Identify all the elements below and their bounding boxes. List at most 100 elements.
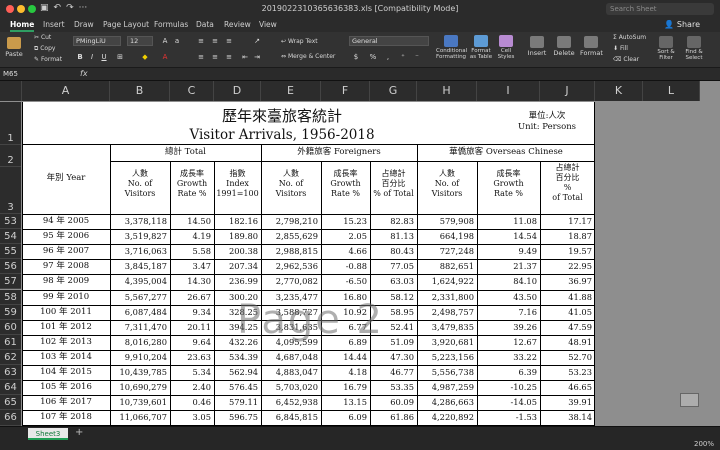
- align-left-icon[interactable]: ≡: [196, 52, 206, 62]
- scrollbar-thumb[interactable]: [680, 393, 699, 407]
- format-painter-button[interactable]: ✎ Format: [34, 56, 62, 63]
- align-right-icon[interactable]: ≡: [224, 52, 234, 62]
- border-line: [170, 161, 171, 426]
- table-cell: 14.54: [513, 231, 537, 242]
- column-header-k[interactable]: K: [595, 81, 643, 101]
- align-bottom-icon[interactable]: ≡: [224, 36, 234, 46]
- fill-button[interactable]: ⬇ Fill: [613, 45, 628, 52]
- row-header-3[interactable]: 3: [0, 167, 21, 214]
- number-format-select[interactable]: General: [349, 36, 429, 46]
- column-header-i[interactable]: I: [477, 81, 540, 101]
- column-header-f[interactable]: F: [321, 81, 370, 101]
- cut-button[interactable]: ✂ Cut: [34, 34, 51, 41]
- format-as-table-button[interactable]: Format as Table: [469, 35, 493, 60]
- row-header-65[interactable]: 65: [0, 395, 21, 411]
- table-cell: 2,855,629: [275, 231, 318, 242]
- underline-button[interactable]: U: [99, 52, 109, 62]
- paste-button[interactable]: Paste: [5, 37, 23, 58]
- tab-formulas[interactable]: Formulas: [154, 20, 188, 29]
- accounting-icon[interactable]: $: [351, 52, 361, 62]
- grow-font-icon[interactable]: A: [160, 36, 170, 46]
- tab-home[interactable]: Home: [10, 20, 35, 32]
- format-cells-button[interactable]: Format: [580, 36, 603, 57]
- table-cell: 22.95: [568, 261, 592, 272]
- bold-button[interactable]: B: [75, 52, 85, 62]
- table-cell: 41.05: [568, 306, 592, 317]
- share-button[interactable]: 👤 Share: [664, 20, 700, 29]
- table-cell: 4,220,892: [431, 412, 474, 423]
- select-all-corner[interactable]: [0, 81, 22, 101]
- row-header-58[interactable]: 58: [0, 289, 21, 305]
- tab-view[interactable]: View: [259, 20, 277, 29]
- row-header-57[interactable]: 57: [0, 274, 21, 290]
- tab-review[interactable]: Review: [224, 20, 251, 29]
- sort-filter-button[interactable]: Sort & Filter: [654, 36, 678, 61]
- overseas-share-header: 占總計 百分比% of Total: [552, 163, 583, 202]
- column-header-a[interactable]: A: [22, 81, 110, 101]
- row-header-55[interactable]: 55: [0, 244, 21, 260]
- copy-button[interactable]: ⧉ Copy: [34, 45, 55, 53]
- year-cell: 105 年 2016: [40, 382, 92, 393]
- column-header-l[interactable]: L: [643, 81, 700, 101]
- tab-page-layout[interactable]: Page Layout: [103, 20, 149, 29]
- column-header-c[interactable]: C: [170, 81, 214, 101]
- row-header-63[interactable]: 63: [0, 365, 21, 381]
- decrease-indent-icon[interactable]: ⇤: [240, 52, 250, 62]
- row-header-64[interactable]: 64: [0, 380, 21, 396]
- tab-draw[interactable]: Draw: [74, 20, 94, 29]
- fill-color-icon[interactable]: ◆: [140, 52, 150, 62]
- shrink-font-icon[interactable]: a: [172, 36, 182, 46]
- add-sheet-button[interactable]: +: [75, 427, 83, 438]
- delete-cells-button[interactable]: Delete: [553, 36, 575, 57]
- column-header-h[interactable]: H: [417, 81, 477, 101]
- column-header-b[interactable]: B: [110, 81, 170, 101]
- increase-indent-icon[interactable]: ⇥: [252, 52, 262, 62]
- row-header-60[interactable]: 60: [0, 319, 21, 335]
- fx-button[interactable]: fx: [80, 69, 88, 78]
- column-header-g[interactable]: G: [370, 81, 417, 101]
- align-top-icon[interactable]: ≡: [196, 36, 206, 46]
- comma-icon[interactable]: ,: [383, 52, 393, 62]
- font-name-select[interactable]: PMingLiU: [73, 36, 121, 46]
- zoom-level[interactable]: 200%: [694, 440, 714, 448]
- orientation-icon[interactable]: ↗: [252, 36, 262, 46]
- table-cell: 3,378,118: [124, 216, 167, 226]
- name-box[interactable]: M65: [3, 69, 53, 80]
- row-header-1[interactable]: 1: [0, 102, 21, 145]
- insert-cells-button[interactable]: Insert: [527, 36, 547, 57]
- sheet-tab-sheet3[interactable]: Sheet3: [28, 428, 68, 440]
- row-header-56[interactable]: 56: [0, 259, 21, 275]
- cell-styles-button[interactable]: Cell Styles: [497, 35, 515, 60]
- font-size-select[interactable]: 12: [127, 36, 153, 46]
- italic-button[interactable]: I: [87, 52, 97, 62]
- column-header-e[interactable]: E: [261, 81, 321, 101]
- column-header-d[interactable]: D: [214, 81, 261, 101]
- row-header-54[interactable]: 54: [0, 229, 21, 245]
- row-header-62[interactable]: 62: [0, 349, 21, 365]
- tab-data[interactable]: Data: [196, 20, 214, 29]
- table-cell: 16.79: [343, 382, 367, 393]
- find-select-button[interactable]: Find & Select: [682, 36, 706, 61]
- wrap-text-button[interactable]: ↩ Wrap Text: [281, 38, 318, 45]
- clear-button[interactable]: ⌫ Clear: [613, 56, 639, 63]
- worksheet-grid[interactable]: ABCDEFGHIJKL 1 2 3 53 54 55 56 57 58 59 60 61 62 63 64…: [0, 81, 720, 426]
- row-header-59[interactable]: 59: [0, 304, 21, 320]
- search-sheet-input[interactable]: Search Sheet: [606, 3, 714, 15]
- row-header-2[interactable]: 2: [0, 145, 21, 167]
- align-middle-icon[interactable]: ≡: [210, 36, 220, 46]
- borders-icon[interactable]: ⊞: [115, 52, 125, 62]
- row-header-66[interactable]: 66: [0, 410, 21, 426]
- decrease-decimal-icon[interactable]: ⁻: [412, 52, 422, 62]
- merge-center-button[interactable]: ⇔ Merge & Center: [281, 53, 335, 60]
- column-header-j[interactable]: J: [540, 81, 595, 101]
- conditional-formatting-button[interactable]: Conditional Formatting: [436, 35, 467, 60]
- row-header-61[interactable]: 61: [0, 334, 21, 350]
- percent-button[interactable]: %: [368, 52, 378, 62]
- font-color-icon[interactable]: A: [160, 52, 170, 62]
- row-header-53[interactable]: 53: [0, 214, 21, 230]
- increase-decimal-icon[interactable]: ⁺: [398, 52, 408, 62]
- autosum-button[interactable]: Σ AutoSum: [613, 34, 646, 41]
- table-cell: 3,716,063: [124, 246, 167, 257]
- tab-insert[interactable]: Insert: [43, 20, 65, 29]
- align-center-icon[interactable]: ≡: [210, 52, 220, 62]
